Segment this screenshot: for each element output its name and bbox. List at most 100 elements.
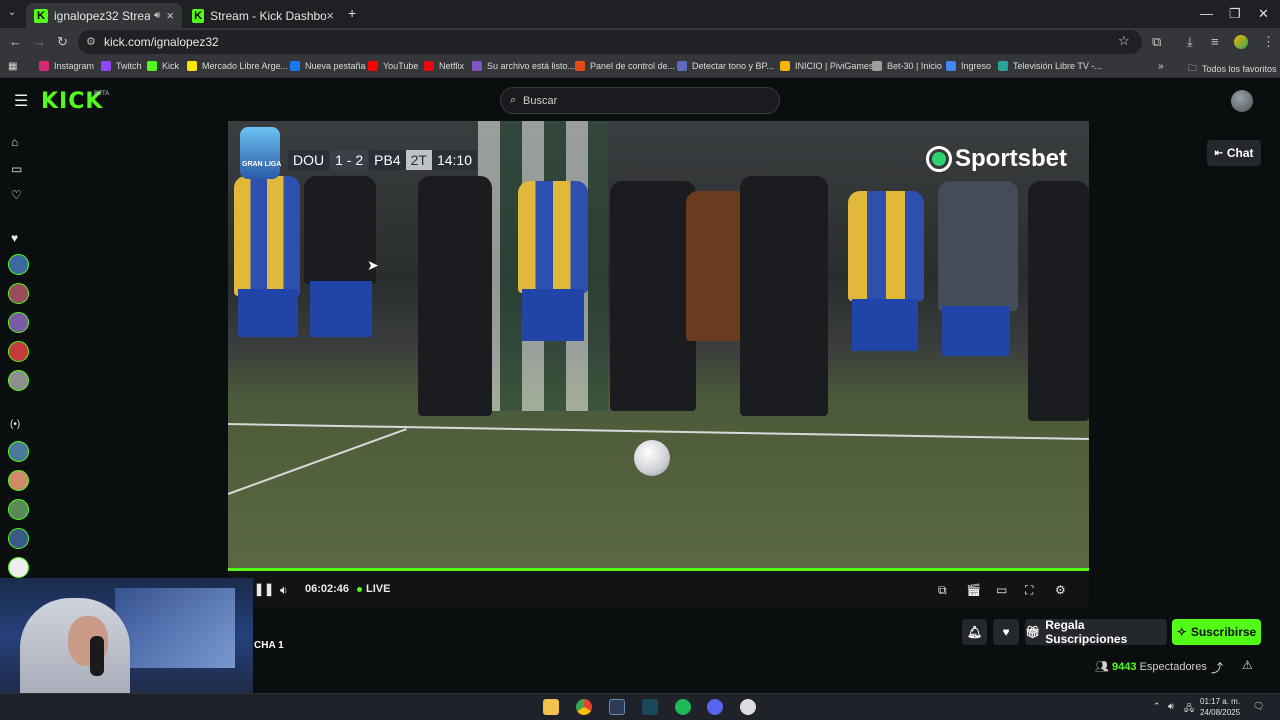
bookmark-instagram[interactable]: Instagram — [39, 61, 94, 71]
settings-icon[interactable]: ⚙ — [1055, 583, 1066, 597]
browse-icon[interactable]: ▭ — [11, 162, 22, 176]
notification-button[interactable]: 🔔︎ — [962, 619, 987, 645]
app-icon[interactable] — [642, 699, 658, 715]
video-player[interactable]: GRAN LIGA DOU 1 - 2 PB4 2T 14:10 Sportsb… — [228, 121, 1089, 570]
bookmark-youtube[interactable]: YouTube — [368, 61, 418, 71]
followed-channel-avatar[interactable] — [8, 312, 29, 333]
live-channel-avatar[interactable] — [8, 528, 29, 549]
chrome-icon[interactable] — [576, 699, 592, 715]
profile-icon[interactable] — [1234, 35, 1248, 49]
download-icon[interactable]: ⤓ — [1187, 34, 1193, 50]
bookmark-nueva-pestana[interactable]: Nueva pestaña — [290, 61, 366, 71]
browser-menu-icon[interactable]: ⋮ — [1262, 34, 1275, 50]
bookmark-ingreso[interactable]: Ingreso — [946, 61, 991, 71]
restore-icon[interactable]: ❐ — [1229, 6, 1241, 22]
live-channel-avatar[interactable] — [8, 499, 29, 520]
volume-icon[interactable]: 🔉︎ — [280, 583, 288, 598]
url-field[interactable]: ⚙ kick.com/ignalopez32 ☆ — [78, 30, 1142, 54]
webcam-window — [115, 588, 235, 668]
lightroom-icon[interactable] — [609, 699, 625, 715]
minimize-icon[interactable]: — — [1200, 6, 1213, 21]
obs-icon[interactable] — [740, 699, 756, 715]
gift-subs-button[interactable]: 🎁︎ Regala Suscripciones — [1025, 618, 1167, 646]
live-channel-avatar[interactable] — [8, 470, 29, 491]
user-avatar[interactable] — [1231, 90, 1253, 112]
score: 1 - 2 — [330, 150, 369, 170]
menu-icon[interactable]: ☰ — [14, 91, 28, 111]
chat-button[interactable]: ⇤ Chat — [1207, 140, 1261, 166]
bookmark-bet30[interactable]: Bet-30 | Inicio — [872, 61, 942, 71]
bookmark-television-libre[interactable]: Televisión Libre TV -... — [998, 61, 1102, 71]
tray-expand-icon[interactable]: ⌃ — [1153, 701, 1161, 712]
notifications-icon[interactable]: 🗨︎ — [1253, 701, 1264, 712]
bookmark-mercado-libre[interactable]: Mercado Libre Arge... — [187, 61, 288, 71]
following-icon[interactable]: ♡ — [11, 188, 22, 202]
address-bar-row: ← → ↻ ⚙ kick.com/ignalopez32 ☆ ⧉ ⤓ ≡ ⋮ — [0, 28, 1280, 56]
speaker-icon[interactable]: 🔊︎ — [154, 10, 160, 21]
tab-kick-stream[interactable]: K ignalopez32 Stream - Watc 🔊︎ × — [26, 3, 182, 28]
site-info-icon[interactable]: ⚙ — [86, 35, 96, 48]
back-icon[interactable]: ← — [9, 34, 22, 49]
video-player-figure — [518, 181, 588, 293]
player-controls: ❚❚ 🔉︎ 06:02:46 LIVE ⧉ 🎬︎ ▭ ⛶ ⚙ — [228, 571, 1089, 607]
bookmark-panel-control[interactable]: Panel de control de... — [575, 61, 675, 71]
kick-favicon-icon: K — [192, 8, 205, 23]
system-clock[interactable]: 01:17 a. m. 24/08/2025 — [1200, 696, 1240, 718]
share-icon[interactable]: ⤴ — [1211, 659, 1223, 676]
mini-player-icon[interactable]: ⧉ — [938, 583, 947, 598]
reload-icon[interactable]: ↻ — [57, 34, 68, 50]
follow-button[interactable]: ♥ — [993, 619, 1019, 645]
spotify-icon[interactable] — [675, 699, 691, 715]
video-player-figure — [610, 181, 696, 411]
bookmark-netflix[interactable]: Netflix — [424, 61, 464, 71]
extensions-icon[interactable]: ⧉ — [1152, 34, 1161, 50]
video-player-figure — [522, 289, 584, 341]
followed-channel-avatar[interactable] — [8, 254, 29, 275]
tab-search-icon[interactable]: ⌄ — [8, 7, 16, 18]
search-input[interactable] — [523, 92, 763, 110]
pause-icon[interactable]: ❚❚ — [254, 582, 274, 596]
bookmark-detectar-tono[interactable]: Detectar tono y BP... — [677, 61, 774, 71]
close-tab-icon[interactable]: × — [166, 8, 174, 23]
forward-icon[interactable]: → — [33, 34, 46, 49]
instagram-icon — [39, 61, 49, 71]
apps-icon[interactable]: ▦ — [8, 61, 17, 72]
close-tab-icon[interactable]: × — [326, 8, 334, 23]
theater-mode-icon[interactable]: ▭ — [996, 583, 1007, 597]
subscribe-button[interactable]: ✧ Suscribirse — [1172, 619, 1261, 645]
star-icon: ✧ — [1176, 625, 1187, 639]
clip-icon[interactable]: 🎬︎ — [966, 583, 981, 597]
close-window-icon[interactable]: ✕ — [1258, 6, 1269, 22]
followed-channel-avatar[interactable] — [8, 283, 29, 304]
new-tab-button[interactable]: + — [348, 5, 356, 21]
more-bookmarks-icon[interactable]: » — [1158, 61, 1164, 72]
report-icon[interactable]: ⚠ — [1242, 658, 1253, 672]
all-bookmarks[interactable]: 🗀︎ Todos los favoritos — [1188, 61, 1277, 77]
volume-tray-icon[interactable]: 🔊︎ — [1168, 701, 1174, 712]
bookmark-kick[interactable]: Kick — [147, 61, 179, 71]
file-explorer-icon[interactable] — [543, 699, 559, 715]
network-icon[interactable]: 🖧︎ — [1184, 701, 1194, 717]
search-bar[interactable]: ⌕ — [500, 87, 780, 114]
home-icon[interactable]: ⌂ — [11, 135, 18, 149]
media-control-icon[interactable]: ≡ — [1211, 34, 1219, 49]
followed-channel-avatar[interactable] — [8, 370, 29, 391]
globe-icon — [946, 61, 956, 71]
bookmark-pivigames[interactable]: INICIO | PiviGames — [780, 61, 873, 71]
followed-channel-avatar[interactable] — [8, 341, 29, 362]
live-channel-avatar[interactable] — [8, 441, 29, 462]
bookmark-star-icon[interactable]: ☆ — [1118, 33, 1130, 49]
tab-kick-dashboard[interactable]: K Stream - Kick Dashboard × — [184, 3, 342, 28]
bell-icon: 🔔︎ — [966, 625, 983, 639]
half-indicator: 2T — [405, 150, 432, 170]
gift-icon: 🎁︎ — [1025, 625, 1041, 639]
bookmark-twitch[interactable]: Twitch — [101, 61, 142, 71]
bookmark-archivo[interactable]: Su archivo está listo... — [472, 61, 575, 71]
video-player-figure — [310, 281, 372, 337]
live-channel-avatar[interactable] — [8, 557, 29, 578]
fullscreen-icon[interactable]: ⛶ — [1025, 583, 1033, 598]
scoreboard: DOU 1 - 2 PB4 2T 14:10 — [288, 149, 477, 171]
discord-icon[interactable] — [707, 699, 723, 715]
kick-favicon-icon: K — [34, 8, 48, 23]
folder-icon: 🗀︎ — [1188, 63, 1198, 73]
